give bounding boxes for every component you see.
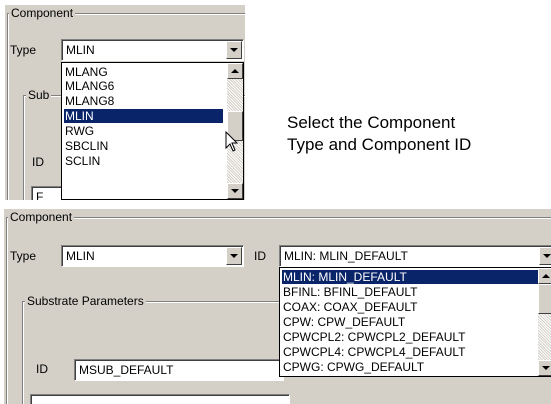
scroll-thumb[interactable] <box>538 284 551 314</box>
list-item[interactable]: SBCLIN <box>64 139 223 153</box>
list-item[interactable]: MLANG <box>64 65 223 79</box>
top-dialog-panel: Component Type MLIN Sub ID F MLANG MLANG… <box>5 5 245 200</box>
substrate-id-field-value: MSUB_DEFAULT <box>79 363 174 377</box>
bottom-dialog-panel: Component Type MLIN ID MLIN: MLIN_DEFAUL… <box>4 209 551 404</box>
type-combobox-bottom[interactable]: MLIN <box>61 245 244 267</box>
list-item[interactable]: BFINL: BFINL_DEFAULT <box>282 285 539 299</box>
component-group-title-bottom: Component <box>8 210 75 224</box>
partial-control-bottom <box>30 394 290 404</box>
list-item[interactable]: RWG <box>64 124 223 138</box>
arrow-down-icon <box>231 189 239 193</box>
list-item[interactable]: CPWCPL2: CPWCPL2_DEFAULT <box>282 330 539 344</box>
type-label-bottom: Type <box>10 249 37 263</box>
arrow-down-icon <box>542 366 550 370</box>
type-dropdown-button-bottom[interactable] <box>226 247 242 265</box>
list-item[interactable]: CPWG: CPWG_DEFAULT <box>282 360 539 374</box>
mouse-pointer-icon <box>225 131 239 152</box>
list-item[interactable]: MLANG6 <box>64 79 223 93</box>
id-dropdown-scrollbar[interactable] <box>538 268 551 376</box>
substrate-id-label: ID <box>36 362 48 376</box>
id-label-bottom: ID <box>254 249 266 263</box>
type-dropdown-button[interactable] <box>226 41 242 59</box>
scroll-down-button[interactable] <box>538 360 551 376</box>
type-dropdown-list[interactable]: MLANG MLANG6 MLANG8 MLIN RWG SBCLIN SCLI… <box>61 62 244 200</box>
substrate-group-title-partial: Sub <box>26 88 52 102</box>
scroll-down-button[interactable] <box>227 183 243 199</box>
chevron-down-icon <box>543 254 551 258</box>
type-combobox-bottom-value: MLIN <box>66 249 95 263</box>
scroll-up-button[interactable] <box>538 268 551 284</box>
component-id-combobox[interactable]: MLIN: MLIN_DEFAULT <box>279 245 551 267</box>
list-item[interactable]: CPWCPL4: CPWCPL4_DEFAULT <box>282 345 539 359</box>
chevron-down-icon <box>230 254 238 258</box>
arrow-up-icon <box>542 274 550 278</box>
type-label: Type <box>10 43 37 57</box>
component-group-title: Component <box>9 6 76 20</box>
id-label: ID <box>32 155 44 169</box>
partial-text-field-value: F <box>36 190 44 200</box>
chevron-down-icon <box>230 48 238 52</box>
scroll-up-button[interactable] <box>227 63 243 79</box>
list-item[interactable]: COAX: COAX_DEFAULT <box>282 300 539 314</box>
list-item[interactable]: CPW: CPW_DEFAULT <box>282 315 539 329</box>
substrate-parameters-title: Substrate Parameters <box>25 294 146 308</box>
component-id-dropdown-button[interactable] <box>539 247 551 265</box>
list-item-selected[interactable]: MLIN <box>64 109 223 123</box>
caption-line-1: Select the Component <box>287 113 456 132</box>
list-item[interactable]: SCLIN <box>64 154 223 168</box>
component-id-combobox-value: MLIN: MLIN_DEFAULT <box>284 249 408 263</box>
caption-line-2: Type and Component ID <box>287 135 472 154</box>
component-id-dropdown-list[interactable]: MLIN: MLIN_DEFAULT BFINL: BFINL_DEFAULT … <box>279 267 551 377</box>
list-item[interactable]: MLANG8 <box>64 94 223 108</box>
arrow-up-icon <box>231 69 239 73</box>
type-combobox-value: MLIN <box>66 43 95 57</box>
list-item-selected[interactable]: MLIN: MLIN_DEFAULT <box>282 270 539 284</box>
type-combobox[interactable]: MLIN <box>61 39 244 61</box>
substrate-id-field[interactable]: MSUB_DEFAULT <box>74 359 284 381</box>
